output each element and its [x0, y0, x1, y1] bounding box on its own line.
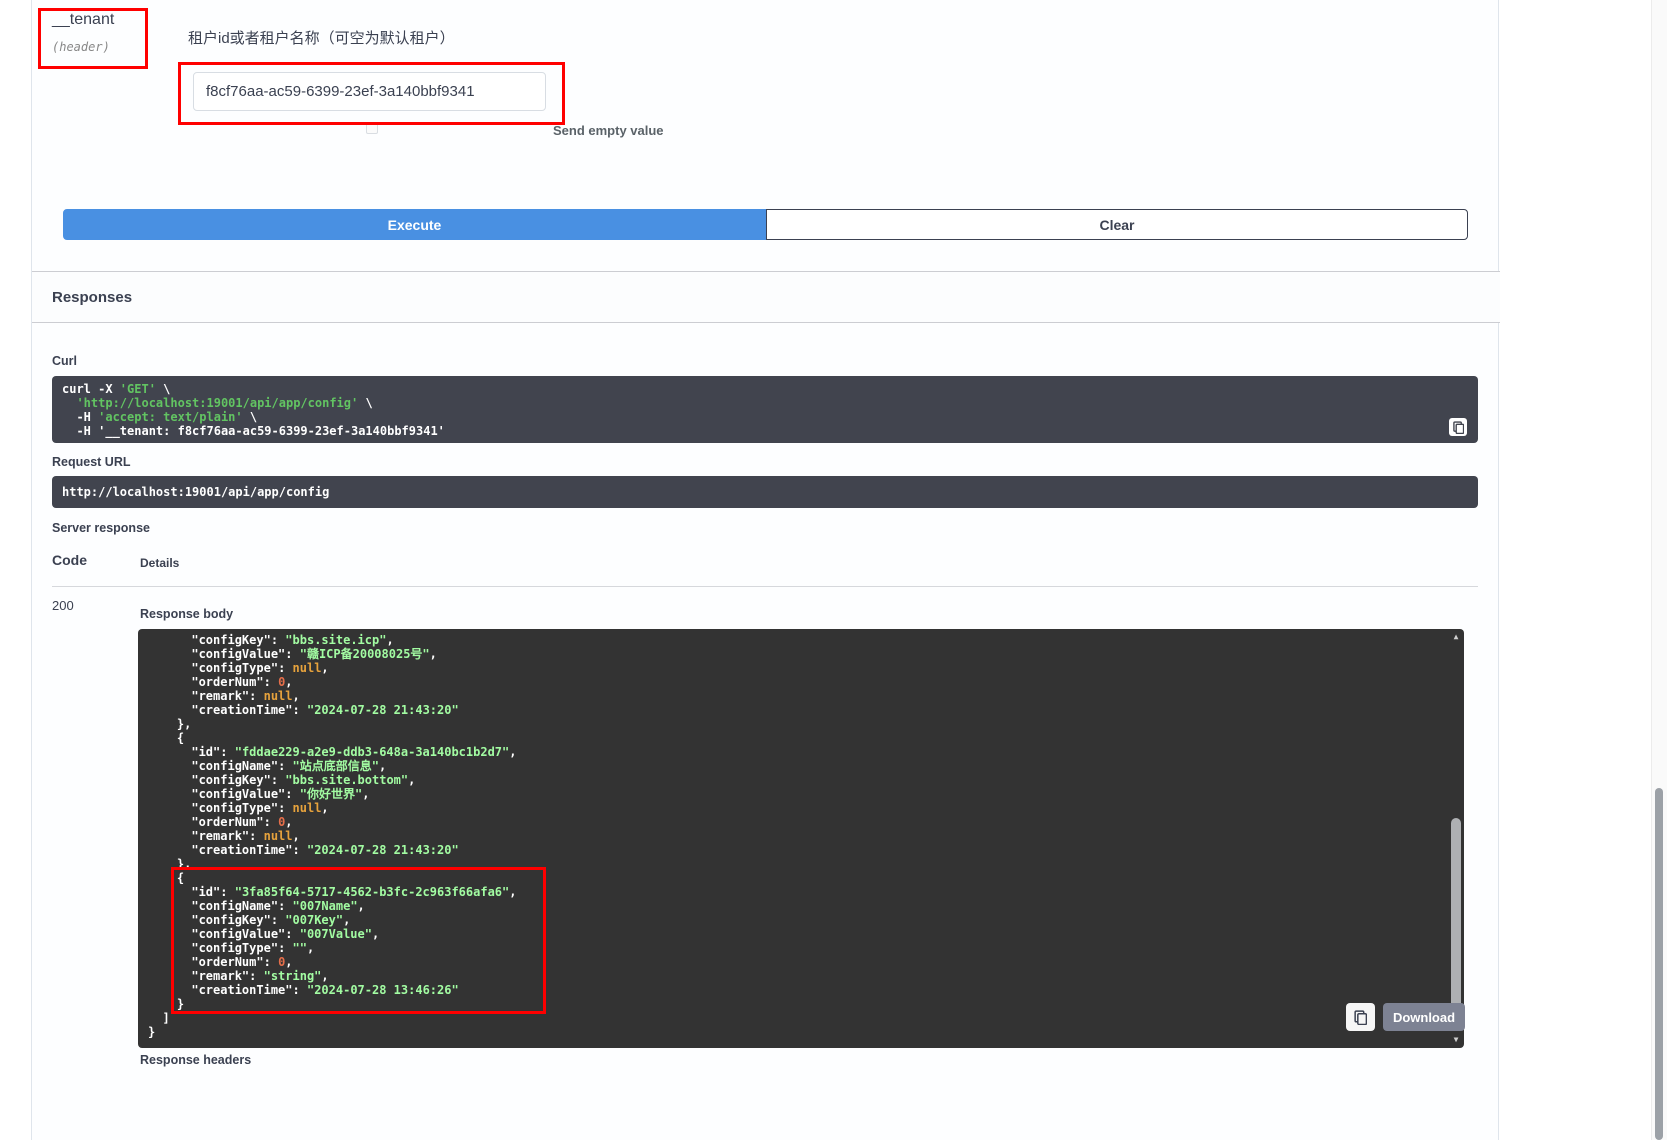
responses-section-header: Responses [32, 271, 1500, 323]
curl-block: curl -X 'GET' \ 'http://localhost:19001/… [52, 376, 1478, 443]
response-headers-label: Response headers [140, 1053, 251, 1067]
parameter-description: 租户id或者租户名称（可空为默认租户） [188, 27, 455, 48]
send-empty-label: Send empty value [553, 123, 664, 138]
curl-code: curl -X 'GET' \ 'http://localhost:19001/… [62, 382, 1448, 438]
parameter-location: (header) [52, 40, 110, 54]
curl-label: Curl [52, 354, 77, 368]
request-url-value: http://localhost:19001/api/app/config [62, 485, 1468, 499]
scroll-up-arrow-icon[interactable]: ▲ [1450, 632, 1462, 642]
response-body-scrollbar[interactable]: ▲ ▼ [1450, 632, 1462, 1045]
parameter-name: __tenant [52, 11, 114, 29]
swagger-ui-page: __tenant (header) 租户id或者租户名称（可空为默认租户） Se… [0, 0, 1667, 1140]
code-column-header: Code [52, 552, 87, 568]
copy-curl-button[interactable] [1449, 418, 1467, 436]
request-url-label: Request URL [52, 455, 130, 469]
copy-response-button[interactable] [1346, 1003, 1375, 1031]
clipboard-icon [1354, 1010, 1367, 1025]
execute-button[interactable]: Execute [63, 209, 766, 240]
server-response-label: Server response [52, 521, 150, 535]
details-column-header: Details [140, 556, 179, 570]
tenant-input[interactable] [193, 72, 546, 111]
download-button[interactable]: Download [1383, 1003, 1465, 1031]
scroll-down-arrow-icon[interactable]: ▼ [1450, 1035, 1462, 1045]
response-body-code: "configKey": "bbs.site.icp", "configValu… [138, 629, 1464, 1043]
response-table-divider [52, 586, 1478, 587]
clear-button[interactable]: Clear [766, 209, 1468, 240]
response-body-scroll-thumb[interactable] [1451, 818, 1461, 1008]
response-body-label: Response body [140, 607, 233, 621]
request-url-block: http://localhost:19001/api/app/config [52, 476, 1478, 508]
send-empty-checkbox[interactable] [366, 122, 378, 134]
opblock-body: __tenant (header) 租户id或者租户名称（可空为默认租户） Se… [31, 0, 1499, 1140]
status-code: 200 [52, 598, 74, 613]
page-scrollbar[interactable] [1651, 0, 1667, 1140]
responses-title: Responses [52, 289, 132, 306]
page-scroll-thumb[interactable] [1655, 788, 1663, 1140]
response-body-block: "configKey": "bbs.site.icp", "configValu… [138, 629, 1464, 1048]
clipboard-icon [1453, 421, 1464, 434]
